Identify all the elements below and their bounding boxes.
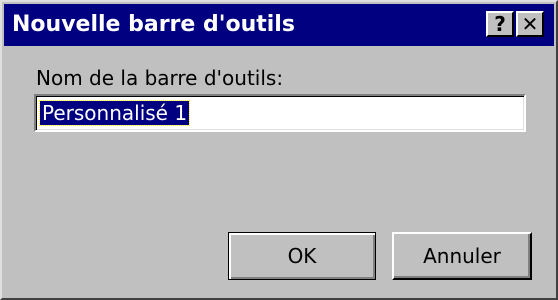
- close-icon: ✕: [521, 11, 539, 36]
- toolbar-name-value: Personnalisé 1: [38, 100, 191, 126]
- help-button[interactable]: ?: [486, 11, 514, 37]
- cancel-button[interactable]: Annuler: [392, 232, 532, 280]
- ok-button[interactable]: OK: [228, 232, 376, 280]
- close-button[interactable]: ✕: [516, 11, 544, 37]
- toolbar-name-label: Nom de la barre d'outils:: [36, 66, 283, 90]
- dialog-title: Nouvelle barre d'outils: [12, 12, 295, 37]
- title-bar[interactable]: Nouvelle barre d'outils ? ✕: [4, 4, 554, 46]
- toolbar-name-label-text: Nom de la barre d'outils:: [36, 66, 284, 90]
- new-toolbar-dialog: Nouvelle barre d'outils ? ✕ Nom de la ba…: [0, 0, 558, 300]
- question-mark-icon: ?: [494, 11, 506, 36]
- toolbar-name-input[interactable]: Personnalisé 1: [34, 94, 526, 132]
